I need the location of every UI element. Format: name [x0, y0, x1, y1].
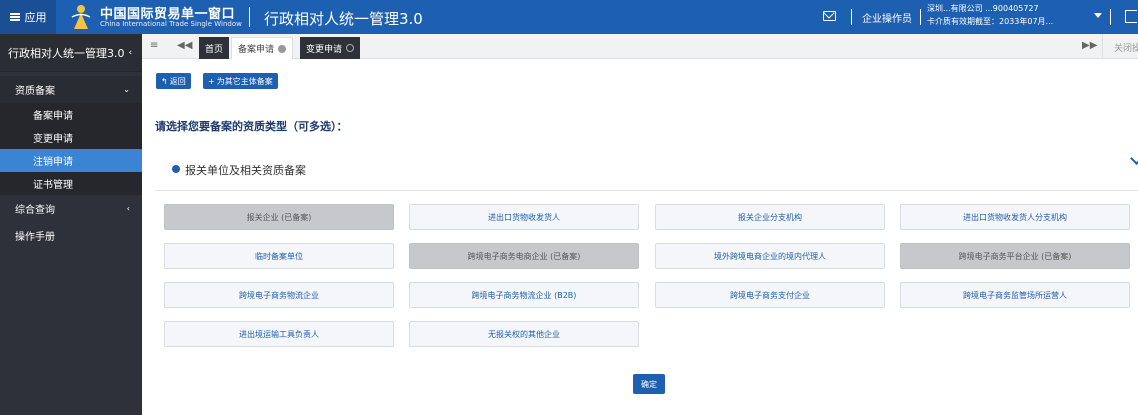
sidebar-group-qualification[interactable]: 资质备案 ⌄	[0, 76, 142, 103]
option-import-export-consignee[interactable]: 进出口货物收发货人	[409, 204, 639, 230]
sidebar-group-manual[interactable]: 操作手册	[0, 222, 142, 249]
sidebar-item-cancel-apply[interactable]: 注销申请	[0, 149, 142, 172]
tab-change-apply[interactable]: 变更申请	[300, 37, 361, 59]
section-title: 报关单位及相关资质备案	[185, 164, 306, 177]
back-arrow-icon: ↰	[161, 76, 168, 86]
option-other-enterprise[interactable]: 无报关权的其他企业	[409, 321, 639, 347]
tab-home[interactable]: 首页	[199, 37, 230, 59]
page-prompt: 请选择您要备案的资质类型（可多选）：	[155, 120, 348, 133]
tab-filing-apply[interactable]: 备案申请	[231, 37, 294, 59]
option-consignee-branch[interactable]: 进出口货物收发货人分支机构	[900, 204, 1130, 230]
topbar-divider	[920, 9, 921, 25]
sidebar-group-label: 资质备案	[15, 86, 55, 97]
customs-logo-icon	[71, 5, 91, 29]
sidebar-item-certificates[interactable]: 证书管理	[0, 172, 142, 195]
sidebar-group-label: 操作手册	[15, 232, 55, 243]
back-button-label: 返回	[169, 76, 186, 86]
chevron-left-icon: ‹	[126, 204, 130, 213]
brand-english: China International Trade Single Window	[100, 20, 242, 28]
topbar-divider	[1110, 9, 1111, 25]
menu-icon[interactable]: ≡	[150, 40, 158, 51]
brand-divider	[249, 7, 250, 27]
sidebar-item-change-apply[interactable]: 变更申请	[0, 126, 142, 149]
sidebar-item-filing-apply[interactable]: 备案申请	[0, 103, 142, 126]
chevron-left-icon[interactable]: ‹	[129, 48, 133, 58]
option-ecommerce-logistics[interactable]: 跨境电子商务物流企业	[164, 282, 394, 308]
sidebar-group-label: 综合查询	[15, 205, 55, 216]
option-ecommerce-merchant[interactable]: 跨境电子商务电商企业 (已备案)	[409, 243, 639, 269]
menu-icon	[9, 13, 20, 21]
back-button[interactable]: ↰ 返回	[156, 73, 191, 89]
chevron-down-icon: ⌄	[123, 85, 130, 94]
account-name: 深圳...有限公司 ...900405727	[927, 4, 1039, 13]
option-customs-broker[interactable]: 报关企业 (已备案)	[164, 204, 394, 230]
close-icon[interactable]	[346, 44, 355, 52]
close-icon[interactable]	[278, 44, 287, 53]
sidebar: 行政相对人统一管理3.0 ‹ 资质备案 ⌄ 备案申请 变更申请 注销申请 证书管…	[0, 34, 142, 415]
logout-icon[interactable]	[1125, 10, 1137, 23]
plus-icon: +	[208, 76, 215, 86]
sidebar-title: 行政相对人统一管理3.0	[8, 46, 125, 60]
scroll-right-icon[interactable]: ▶▶	[1082, 40, 1097, 51]
tab-divider	[1102, 34, 1103, 59]
scroll-left-icon[interactable]: ◀◀	[177, 40, 192, 51]
bullet-icon	[172, 165, 180, 173]
option-overseas-agent[interactable]: 境外跨境电商企业的境内代理人	[655, 243, 885, 269]
tab-label: 备案申请	[238, 45, 275, 55]
card-expiry: 卡介质有效期截至：2033年07月...	[927, 17, 1054, 26]
mail-icon[interactable]	[823, 11, 836, 21]
option-ecommerce-platform[interactable]: 跨境电子商务平台企业 (已备案)	[900, 243, 1130, 269]
system-title: 行政相对人统一管理3.0	[264, 10, 423, 28]
option-supervision-operator[interactable]: 跨境电子商务监管场所运营人	[900, 282, 1130, 308]
section-customs-units[interactable]: 报关单位及相关资质备案	[155, 145, 1138, 191]
option-ecommerce-logistics-b2b[interactable]: 跨境电子商务物流企业 (B2B)	[409, 282, 639, 308]
option-broker-branch[interactable]: 报关企业分支机构	[655, 204, 885, 230]
apps-label: 应用	[24, 11, 47, 24]
close-operations-button[interactable]: 关闭操作	[1114, 41, 1138, 54]
main-content: ↰ 返回 + 为其它主体备案 请选择您要备案的资质类型（可多选）： 报关单位及相…	[142, 60, 1138, 415]
file-for-other-label: 为其它主体备案	[216, 76, 273, 86]
tab-bar: ≡ ◀◀ 首页 备案申请 变更申请 ▶▶ 关闭操作	[142, 34, 1138, 59]
option-ecommerce-payment[interactable]: 跨境电子商务支付企业	[655, 282, 885, 308]
sidebar-header[interactable]: 行政相对人统一管理3.0 ‹	[0, 34, 142, 72]
topbar-divider	[851, 9, 852, 25]
file-for-other-button[interactable]: + 为其它主体备案	[203, 73, 278, 89]
confirm-button[interactable]: 确定	[633, 374, 665, 394]
top-bar: 应用 中国国际贸易单一窗口 China International Trade …	[0, 0, 1138, 34]
chevron-down-icon[interactable]	[1130, 152, 1138, 165]
option-temporary-unit[interactable]: 临时备案单位	[164, 243, 394, 269]
option-transport-manager[interactable]: 进出境运输工具负责人	[164, 321, 394, 347]
tab-label: 变更申请	[306, 44, 343, 55]
apps-menu-button[interactable]: 应用	[0, 0, 56, 34]
sidebar-group-query[interactable]: 综合查询 ‹	[0, 195, 142, 222]
chevron-down-icon[interactable]	[1094, 13, 1102, 18]
tab-label: 首页	[205, 44, 224, 55]
user-role: 企业操作员	[862, 14, 912, 25]
